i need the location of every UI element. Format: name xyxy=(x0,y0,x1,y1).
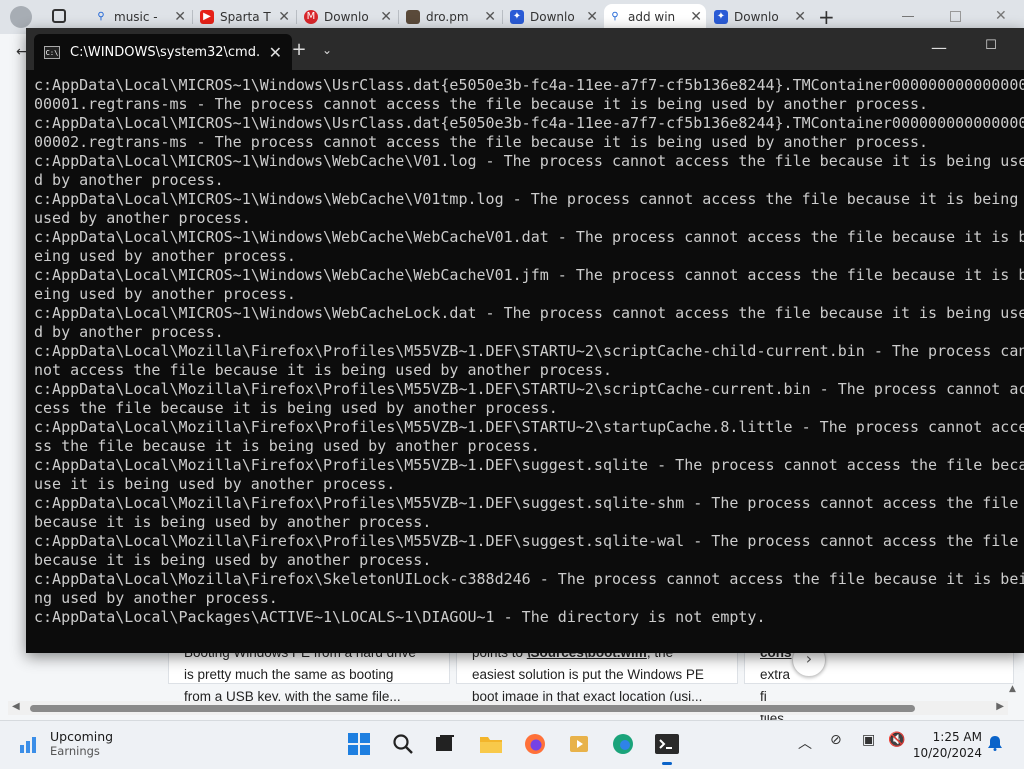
start-button[interactable] xyxy=(346,731,372,757)
close-icon[interactable]: ✕ xyxy=(484,9,496,25)
widgets-button[interactable]: Upcoming Earnings xyxy=(18,729,113,758)
terminal-icon xyxy=(655,734,679,754)
widget-subtitle: Earnings xyxy=(50,744,100,758)
terminal-taskbar-button[interactable] xyxy=(654,731,680,765)
network-off-icon[interactable]: ⊘ xyxy=(830,732,842,748)
terminal-titlebar[interactable]: C:\ C:\WINDOWS\system32\cmd. ✕ + ⌄ — ☐ xyxy=(26,28,1024,70)
stock-chart-icon xyxy=(20,736,36,753)
close-icon[interactable]: ✕ xyxy=(690,9,702,25)
browser-tab-add-win[interactable]: ⚲ add win ✕ xyxy=(604,4,706,30)
close-icon[interactable]: ✕ xyxy=(586,9,598,25)
tab-label: Downlo xyxy=(734,10,779,24)
browser-tab-sparta[interactable]: ▶ Sparta T ✕ xyxy=(196,4,294,30)
minimize-button[interactable]: — xyxy=(924,38,954,58)
horizontal-scrollbar[interactable]: ◀ ▶ xyxy=(8,701,1008,715)
search-icon: ⚲ xyxy=(97,11,105,22)
close-icon[interactable]: ✕ xyxy=(174,9,186,25)
new-browser-tab-button[interactable]: + xyxy=(818,5,835,29)
close-icon[interactable]: ✕ xyxy=(794,9,806,25)
tab-label: Sparta T xyxy=(220,10,271,24)
clock-time: 1:25 AM xyxy=(932,730,982,744)
chevron-down-icon[interactable]: ⌄ xyxy=(316,39,338,61)
new-tab-button[interactable]: + xyxy=(288,39,310,61)
scrollbar-thumb[interactable] xyxy=(30,705,915,712)
file-explorer-button[interactable] xyxy=(478,731,504,757)
youtube-icon: ▶ xyxy=(200,10,214,24)
edge-icon xyxy=(613,734,633,754)
puzzle-icon: ✦ xyxy=(510,10,524,24)
close-icon[interactable]: ✕ xyxy=(380,9,392,25)
puzzle-icon: ✦ xyxy=(714,10,728,24)
tab-label: dro.pm xyxy=(426,10,469,24)
terminal-tab[interactable]: C:\ C:\WINDOWS\system32\cmd. ✕ xyxy=(34,34,292,70)
browser-close-icon[interactable]: ✕ xyxy=(995,8,1007,24)
maximize-button[interactable]: ☐ xyxy=(976,38,1006,58)
browser-tab-dropm[interactable]: dro.pm ✕ xyxy=(402,4,500,30)
clock-date: 10/20/2024 xyxy=(912,746,982,760)
browser-tab-download-2[interactable]: ✦ Downlo ✕ xyxy=(506,4,602,30)
close-icon[interactable]: ✕ xyxy=(278,9,290,25)
media-player-icon xyxy=(570,736,588,752)
scroll-up-arrow-icon[interactable]: ▲ xyxy=(1009,684,1016,694)
browser-minimize-icon[interactable] xyxy=(902,16,914,17)
browser-tab-music[interactable]: ⚲ music - ✕ xyxy=(90,4,190,30)
search-button[interactable] xyxy=(390,731,416,757)
close-tab-icon[interactable]: ✕ xyxy=(269,43,282,62)
firefox-icon xyxy=(525,734,545,754)
browser-restore-icon[interactable] xyxy=(950,11,961,22)
firefox-button[interactable] xyxy=(522,731,548,757)
widget-title: Upcoming xyxy=(50,729,114,744)
volume-muted-icon[interactable]: 🔇 xyxy=(888,732,905,748)
folder-icon xyxy=(480,737,502,753)
taskbar: Upcoming Earnings ︿ ⊘ ▣ 🔇 1:25 AM 10/20/… xyxy=(0,720,1024,769)
scroll-left-arrow-icon[interactable]: ◀ xyxy=(12,701,20,712)
profile-avatar[interactable] xyxy=(10,6,32,28)
terminal-output[interactable]: c:AppData\Local\MICROS~1\Windows\UsrClas… xyxy=(34,76,1024,646)
download-site-icon: M xyxy=(304,10,318,24)
tab-label: Downlo xyxy=(530,10,575,24)
task-view-button[interactable] xyxy=(432,731,458,757)
cmd-icon: C:\ xyxy=(44,45,60,59)
clock[interactable]: 1:25 AM 10/20/2024 xyxy=(910,729,982,761)
browser-tab-download-1[interactable]: M Downlo ✕ xyxy=(300,4,396,30)
media-player-button[interactable] xyxy=(566,731,592,757)
browser-tab-download-3[interactable]: ✦ Downlo ✕ xyxy=(710,4,810,30)
windows-logo-icon xyxy=(348,733,370,755)
camera-off-icon[interactable]: ▣ xyxy=(862,732,875,748)
search-icon: ⚲ xyxy=(611,11,619,22)
scroll-right-arrow-icon[interactable]: ▶ xyxy=(996,701,1004,712)
task-view-icon xyxy=(436,735,454,751)
chevron-up-icon[interactable]: ︿ xyxy=(798,733,812,753)
tab-label: Downlo xyxy=(324,10,369,24)
tab-label: music - xyxy=(114,10,158,24)
tab-label: add win xyxy=(628,10,676,24)
edge-button[interactable] xyxy=(610,731,636,757)
terminal-tab-title: C:\WINDOWS\system32\cmd. xyxy=(70,44,261,60)
search-icon xyxy=(393,734,413,754)
image-icon xyxy=(406,10,420,24)
notification-bell-icon[interactable] xyxy=(988,735,1002,755)
tab-actions-icon[interactable] xyxy=(52,9,66,23)
terminal-window[interactable]: C:\ C:\WINDOWS\system32\cmd. ✕ + ⌄ — ☐ c… xyxy=(26,28,1024,653)
